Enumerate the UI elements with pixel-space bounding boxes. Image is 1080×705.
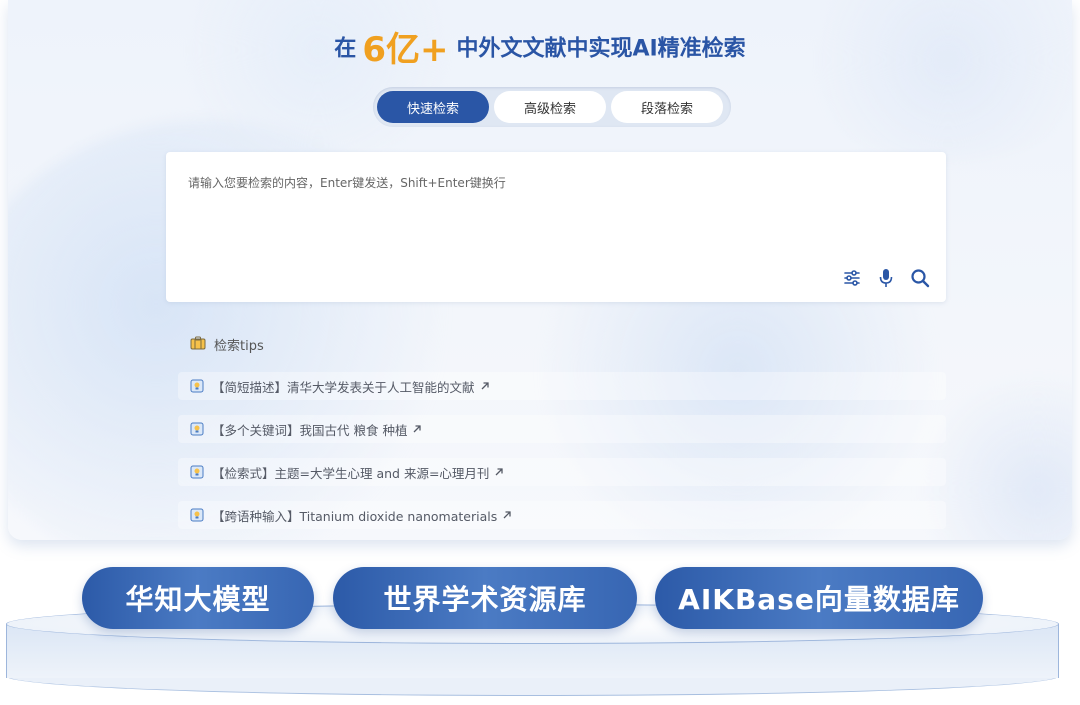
arrow-up-right-icon: [412, 424, 422, 434]
tip-text: 【检索式】主题=大学生心理 and 来源=心理月刊: [212, 465, 490, 481]
filter-sliders-icon[interactable]: [842, 268, 862, 288]
arrow-up-right-icon: [502, 510, 512, 520]
title-number: 6亿+: [362, 30, 449, 70]
page-title: 在 6亿+ 中外文文献中实现AI精准检索: [8, 22, 1072, 71]
title-prefix: 在: [334, 36, 357, 62]
bulb-icon: [190, 465, 204, 479]
tip-item[interactable]: 【简短描述】清华大学发表关于人工智能的文献: [178, 372, 946, 400]
tab-paragraph-search[interactable]: 段落检索: [611, 91, 723, 123]
search-input[interactable]: [186, 172, 926, 262]
tab-quick-search[interactable]: 快速检索: [377, 91, 489, 123]
tip-text: 【跨语种输入】Titanium dioxide nanomaterials: [212, 508, 498, 524]
search-tools: [842, 268, 930, 288]
microphone-icon[interactable]: [876, 268, 896, 288]
tab-advanced-search[interactable]: 高级检索: [494, 91, 606, 123]
arrow-up-right-icon: [480, 381, 490, 391]
search-mode-tabs: 快速检索 高级检索 段落检索: [373, 87, 731, 127]
search-box: [166, 152, 946, 302]
arrow-up-right-icon: [494, 467, 504, 477]
tip-item[interactable]: 【多个关键词】我国古代 粮食 种植: [178, 415, 946, 443]
title-suffix: 中外文文献中实现AI精准检索: [456, 36, 746, 62]
product-pill-huazhi-model: 华知大模型: [82, 567, 314, 629]
tips-header: 检索tips: [190, 335, 264, 354]
bulb-icon: [190, 508, 204, 522]
tips-title: 检索tips: [214, 339, 264, 354]
bulb-icon: [190, 379, 204, 393]
product-pill-academic-library: 世界学术资源库: [333, 567, 637, 629]
stage: 在 6亿+ 中外文文献中实现AI精准检索 快速检索 高级检索 段落检索 请输入您…: [0, 0, 1080, 705]
briefcase-icon: [190, 336, 206, 354]
bulb-icon: [190, 422, 204, 436]
search-icon[interactable]: [910, 268, 930, 288]
tip-item[interactable]: 【检索式】主题=大学生心理 and 来源=心理月刊: [178, 458, 946, 486]
tip-item[interactable]: 【跨语种输入】Titanium dioxide nanomaterials: [178, 501, 946, 529]
tip-text: 【简短描述】清华大学发表关于人工智能的文献: [212, 379, 475, 395]
product-pill-aikbase-vector-db: AIKBase向量数据库: [655, 567, 983, 629]
tip-text: 【多个关键词】我国古代 粮食 种植: [212, 422, 408, 438]
